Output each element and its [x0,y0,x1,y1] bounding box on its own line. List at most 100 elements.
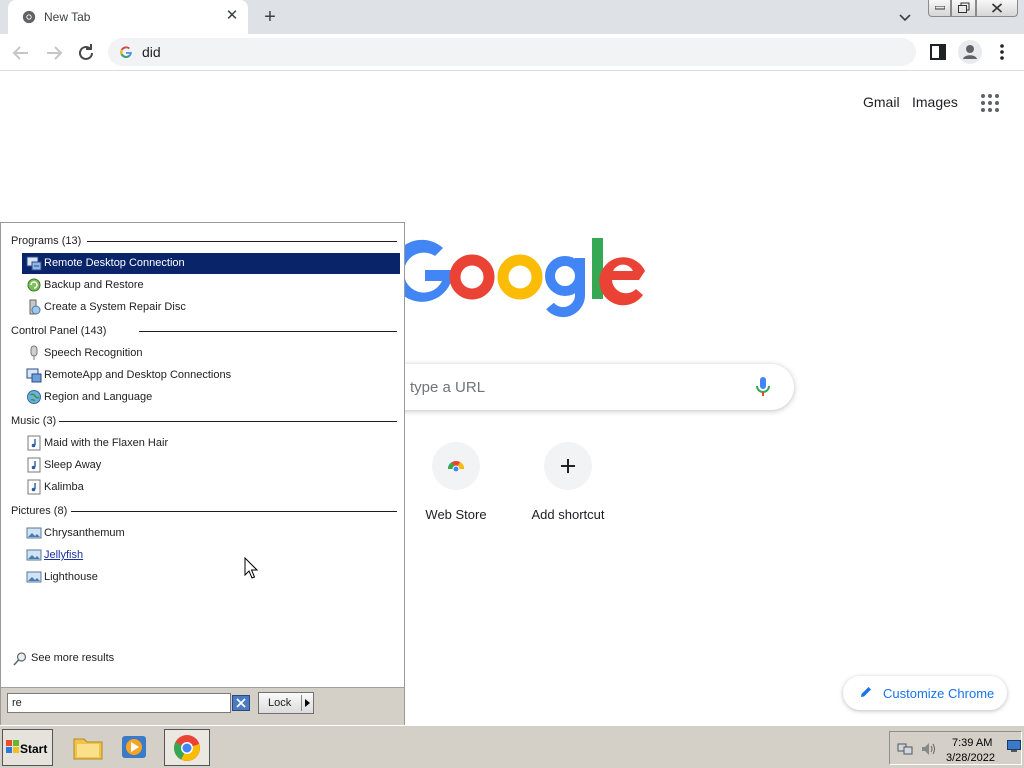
see-more-results-link[interactable]: See more results [12,651,212,669]
shortcut-web-store[interactable]: Web Store [400,442,512,522]
window-restore-button[interactable] [951,0,976,17]
result-label: Speech Recognition [44,347,143,359]
forward-arrow-icon[interactable] [42,41,66,65]
tab-new-tab[interactable]: New Tab ✕ [8,0,248,34]
reload-icon[interactable] [74,41,98,65]
tab-search-chevron-icon[interactable] [896,8,914,26]
folder-icon [73,738,103,760]
start-label: Start [20,742,48,756]
new-tab-button[interactable]: + [258,6,282,28]
result-backup-and-restore[interactable]: Backup and Restore [22,275,400,296]
browser-toolbar: did [0,34,1024,71]
start-menu: Programs (13) Remote Desktop Connection … [0,222,405,726]
category-divider [71,511,397,512]
clock-time[interactable]: 7:39 AM [952,737,992,749]
taskbar-chrome[interactable] [164,729,210,766]
result-label: Maid with the Flaxen Hair [44,437,169,449]
volume-icon[interactable] [920,741,936,757]
taskbar-media-player[interactable] [112,729,158,766]
customize-label: Customize Chrome [883,686,995,701]
google-g-icon [120,46,132,58]
remoteapp-icon [26,368,42,383]
category-divider [59,421,397,422]
result-region-and-language[interactable]: Region and Language [22,387,400,408]
ntp-search-box[interactable]: type a URL [380,364,794,410]
result-label: Chrysanthemum [44,527,125,539]
result-sleep-away[interactable]: Sleep Away [22,455,400,476]
lock-label: Lock [268,697,292,709]
globe-icon [27,390,41,404]
music-file-icon [27,457,41,473]
mouse-cursor-icon [244,557,258,579]
address-bar[interactable]: did [108,38,916,66]
backup-icon [27,278,41,292]
microphone-icon [30,345,38,360]
result-label: RemoteApp and Desktop Connections [44,369,232,381]
taskbar-explorer[interactable] [66,729,112,766]
pencil-icon [861,687,871,697]
images-link[interactable]: Images [912,94,958,110]
customize-chrome-button[interactable]: Customize Chrome [843,676,1007,710]
gmail-link[interactable]: Gmail [863,94,900,110]
result-label: Create a System Repair Disc [44,301,186,313]
result-remote-desktop-connection[interactable]: Remote Desktop Connection [22,253,400,274]
lock-button[interactable]: Lock [258,692,314,714]
kebab-menu-icon[interactable] [992,42,1012,62]
search-placeholder: type a URL [410,379,486,396]
plus-icon [561,459,575,473]
result-label: Sleep Away [44,459,102,471]
google-logo [395,238,645,318]
microphone-icon[interactable] [754,376,772,398]
network-icon[interactable] [897,741,913,757]
show-desktop-icon[interactable] [1007,740,1021,752]
media-player-icon [122,736,146,758]
music-file-icon [27,435,41,451]
search-results-list: Programs (13) Remote Desktop Connection … [1,223,404,687]
result-label: Jellyfish [44,549,84,561]
result-label: Remote Desktop Connection [44,257,185,269]
category-divider [139,331,397,332]
result-kalimba[interactable]: Kalimba [22,477,400,498]
result-chrysanthemum[interactable]: Chrysanthemum [22,523,400,544]
music-file-icon [27,479,41,495]
window-close-button[interactable] [976,0,1018,17]
result-label: Kalimba [44,481,84,493]
shortcut-add[interactable]: Add shortcut [512,442,624,522]
category-divider [87,241,397,242]
restore-icon [957,2,969,13]
side-panel-icon[interactable] [928,42,948,62]
result-maid-with-the-flaxen-hair[interactable]: Maid with the Flaxen Hair [22,433,400,454]
result-lighthouse[interactable]: Lighthouse [22,567,400,588]
result-create-system-repair-disc[interactable]: Create a System Repair Disc [22,297,400,318]
address-text: did [142,44,161,60]
shortcut-label: Web Store [425,507,487,522]
result-label: Region and Language [44,391,153,403]
category-programs: Programs (13) [11,235,82,247]
back-arrow-icon[interactable] [9,41,33,65]
person-icon [963,45,977,59]
category-control-panel: Control Panel (143) [11,325,107,337]
result-remoteapp-desktop-connections[interactable]: RemoteApp and Desktop Connections [22,365,400,386]
tab-title: New Tab [44,10,91,24]
picture-file-icon [26,571,42,583]
lock-options-arrow-icon[interactable] [305,699,310,707]
clear-search-icon[interactable] [232,695,250,711]
remote-desktop-icon [26,256,42,271]
start-search-input[interactable]: re [7,693,231,713]
shortcut-label: Add shortcut [531,507,605,522]
see-more-label: See more results [31,652,115,664]
magnifier-icon [13,652,27,666]
start-button[interactable]: Start [2,729,53,766]
clock-date[interactable]: 3/28/2022 [946,752,995,764]
result-speech-recognition[interactable]: Speech Recognition [22,343,400,364]
windows-logo-icon [6,740,19,753]
profile-avatar[interactable] [958,40,982,64]
tab-close-icon[interactable]: ✕ [224,8,240,24]
chrome-web-store-icon [447,461,465,473]
result-jellyfish[interactable]: Jellyfish [22,545,400,566]
category-music: Music (3) [11,415,57,427]
chrome-icon [174,735,200,761]
google-apps-grid-icon[interactable] [980,93,1000,113]
window-minimize-button[interactable] [928,0,951,17]
close-icon [991,3,1003,13]
